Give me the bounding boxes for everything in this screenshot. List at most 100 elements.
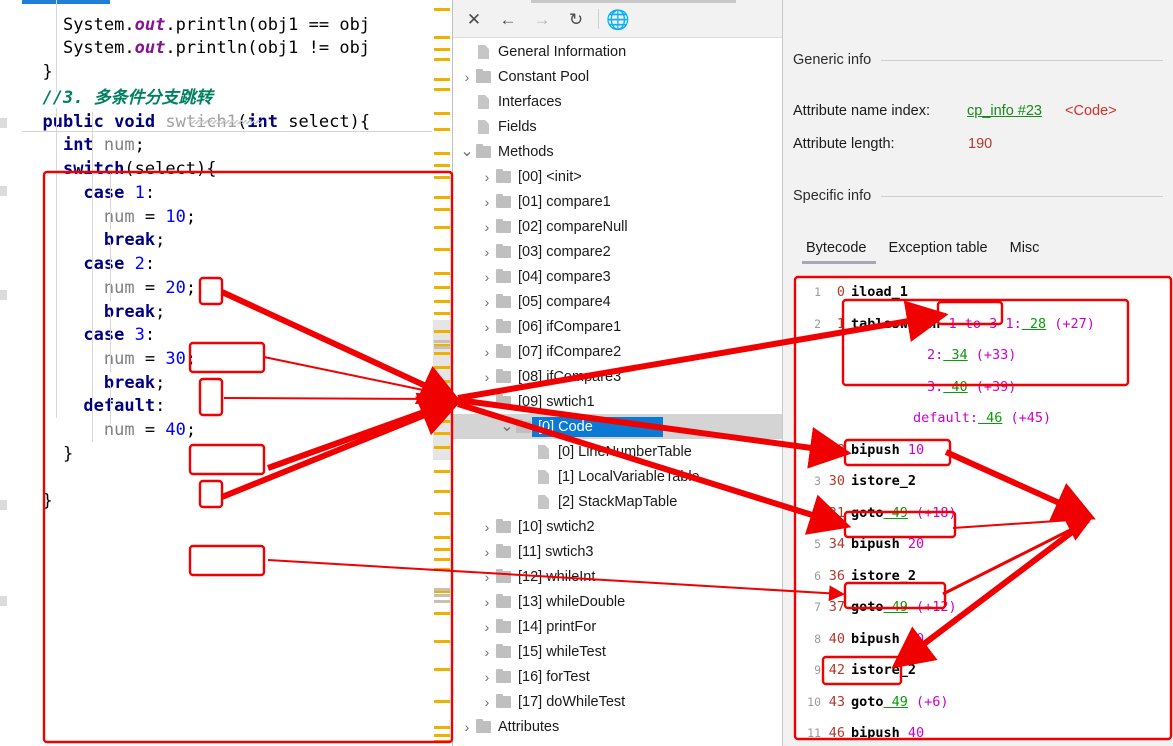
- chevron-right-icon[interactable]: ›: [479, 195, 495, 209]
- tree-item[interactable]: › [10] swtich2: [453, 514, 783, 539]
- class-tree[interactable]: General Information › Constant Pool Interfa…: [453, 39, 783, 746]
- chevron-right-icon[interactable]: ›: [479, 295, 495, 309]
- marker-tick[interactable]: [434, 490, 450, 493]
- marker-tick[interactable]: [434, 366, 450, 369]
- marker-tick-secondary[interactable]: [434, 340, 450, 343]
- tree-item[interactable]: Fields: [453, 114, 783, 139]
- forward-icon[interactable]: →: [529, 8, 555, 32]
- chevron-right-icon[interactable]: ›: [459, 720, 475, 734]
- marker-tick-secondary[interactable]: [434, 346, 450, 349]
- marker-tick[interactable]: [434, 394, 450, 397]
- browser-icon[interactable]: 🌐: [605, 8, 631, 32]
- tree-item[interactable]: › [06] ifCompare1: [453, 314, 783, 339]
- marker-tick[interactable]: [434, 734, 450, 737]
- marker-tick[interactable]: [434, 164, 450, 167]
- tree-item[interactable]: Interfaces: [453, 89, 783, 114]
- class-structure-panel[interactable]: ✕ ← → ↻ 🌐 General Information › Constant P…: [452, 0, 783, 746]
- reload-icon[interactable]: ↻: [563, 8, 589, 32]
- tab-bytecode[interactable]: Bytecode: [801, 240, 888, 264]
- marker-tick-secondary[interactable]: [434, 600, 450, 603]
- tree-item[interactable]: › [14] printFor: [453, 614, 783, 639]
- bytecode-jump-target[interactable]: 49: [884, 694, 908, 710]
- bytecode-jump-target[interactable]: 49: [884, 505, 908, 521]
- specific-info-tabs[interactable]: Bytecode Exception table Misc: [801, 240, 1054, 264]
- chevron-right-icon[interactable]: ›: [479, 245, 495, 259]
- marker-tick[interactable]: [434, 208, 450, 211]
- marker-tick[interactable]: [434, 380, 450, 383]
- chevron-right-icon[interactable]: ›: [479, 595, 495, 609]
- chevron-right-icon[interactable]: ›: [479, 545, 495, 559]
- tree-item[interactable]: ⌄ [0] Code: [453, 414, 783, 439]
- marker-tick[interactable]: [434, 740, 450, 743]
- tree-item[interactable]: › [16] forTest: [453, 664, 783, 689]
- chevron-right-icon[interactable]: ›: [479, 345, 495, 359]
- marker-tick[interactable]: [434, 248, 450, 251]
- marker-tick[interactable]: [434, 352, 450, 355]
- bytecode-jump-target[interactable]: 28: [1022, 316, 1046, 332]
- tree-item[interactable]: › Attributes: [453, 714, 783, 739]
- chevron-right-icon[interactable]: ›: [479, 170, 495, 184]
- chevron-right-icon[interactable]: ›: [479, 220, 495, 234]
- marker-tick[interactable]: [434, 300, 450, 303]
- marker-tick[interactable]: [434, 8, 450, 11]
- marker-tick[interactable]: [434, 152, 450, 155]
- bytecode-jump-target[interactable]: 40: [943, 379, 967, 395]
- marker-tick[interactable]: [434, 432, 450, 435]
- marker-tick[interactable]: [434, 112, 450, 115]
- chevron-right-icon[interactable]: ›: [459, 70, 475, 84]
- marker-tick[interactable]: [434, 558, 450, 561]
- tree-item[interactable]: › [01] compare1: [453, 189, 783, 214]
- tree-item[interactable]: › [03] compare2: [453, 239, 783, 264]
- marker-tick[interactable]: [434, 272, 450, 275]
- chevron-down-icon[interactable]: ⌄: [479, 393, 495, 410]
- tree-item[interactable]: › [08] ifCompare3: [453, 364, 783, 389]
- chevron-right-icon[interactable]: ›: [479, 320, 495, 334]
- chevron-right-icon[interactable]: ›: [479, 520, 495, 534]
- marker-tick-secondary[interactable]: [434, 588, 450, 591]
- bytecode-jump-target[interactable]: 34: [943, 347, 967, 363]
- tab-exception-table[interactable]: Exception table: [888, 240, 1009, 264]
- marker-tick[interactable]: [434, 48, 450, 51]
- marker-tick[interactable]: [434, 176, 450, 179]
- marker-tick-secondary[interactable]: [434, 594, 450, 597]
- bytecode-listing[interactable]: 1 0 iload_1 2 1 tableswitch 1 to 3 1: 28 (+27…: [795, 276, 1170, 739]
- marker-tick[interactable]: [434, 446, 450, 449]
- chevron-right-icon[interactable]: ›: [479, 645, 495, 659]
- tab-misc[interactable]: Misc: [1010, 240, 1054, 264]
- tree-item[interactable]: › [15] whileTest: [453, 639, 783, 664]
- chevron-down-icon[interactable]: ⌄: [459, 143, 475, 160]
- tree-item[interactable]: › [13] whileDouble: [453, 589, 783, 614]
- tree-item[interactable]: [2] StackMapTable: [453, 489, 783, 514]
- marker-tick[interactable]: [434, 668, 450, 671]
- bytecode-jump-target[interactable]: 46: [978, 410, 1002, 426]
- marker-tick[interactable]: [434, 640, 450, 643]
- code-text[interactable]: System.out.println(obj1 == obj System.ou…: [22, 0, 432, 746]
- marker-tick[interactable]: [434, 470, 450, 473]
- bytecode-jump-target[interactable]: 49: [884, 599, 908, 615]
- marker-tick[interactable]: [434, 612, 450, 615]
- tree-item[interactable]: › [04] compare3: [453, 264, 783, 289]
- marker-tick[interactable]: [434, 700, 450, 703]
- marker-tick[interactable]: [434, 88, 450, 91]
- back-icon[interactable]: ←: [495, 8, 521, 32]
- chevron-right-icon[interactable]: ›: [479, 620, 495, 634]
- tree-item[interactable]: General Information: [453, 39, 783, 64]
- marker-tick[interactable]: [434, 36, 450, 39]
- code-editor-panel[interactable]: System.out.println(obj1 == obj System.ou…: [0, 0, 452, 746]
- tree-item[interactable]: ⌄ Methods: [453, 139, 783, 164]
- editor-gutter[interactable]: [0, 0, 22, 746]
- gutter-change-marker[interactable]: [0, 596, 7, 606]
- chevron-right-icon[interactable]: ›: [479, 370, 495, 384]
- marker-tick[interactable]: [434, 420, 450, 423]
- marker-tick[interactable]: [434, 196, 450, 199]
- chevron-down-icon[interactable]: ⌄: [499, 418, 515, 435]
- marker-tick[interactable]: [434, 536, 450, 539]
- marker-tick[interactable]: [434, 58, 450, 61]
- tree-item[interactable]: › [11] swtich3: [453, 539, 783, 564]
- tree-item[interactable]: › [05] compare4: [453, 289, 783, 314]
- chevron-right-icon[interactable]: ›: [479, 670, 495, 684]
- tree-item[interactable]: › [07] ifCompare2: [453, 339, 783, 364]
- attribute-name-index-link[interactable]: cp_info #23: [967, 103, 1042, 119]
- gutter-change-marker[interactable]: [0, 500, 7, 510]
- marker-tick[interactable]: [434, 410, 450, 413]
